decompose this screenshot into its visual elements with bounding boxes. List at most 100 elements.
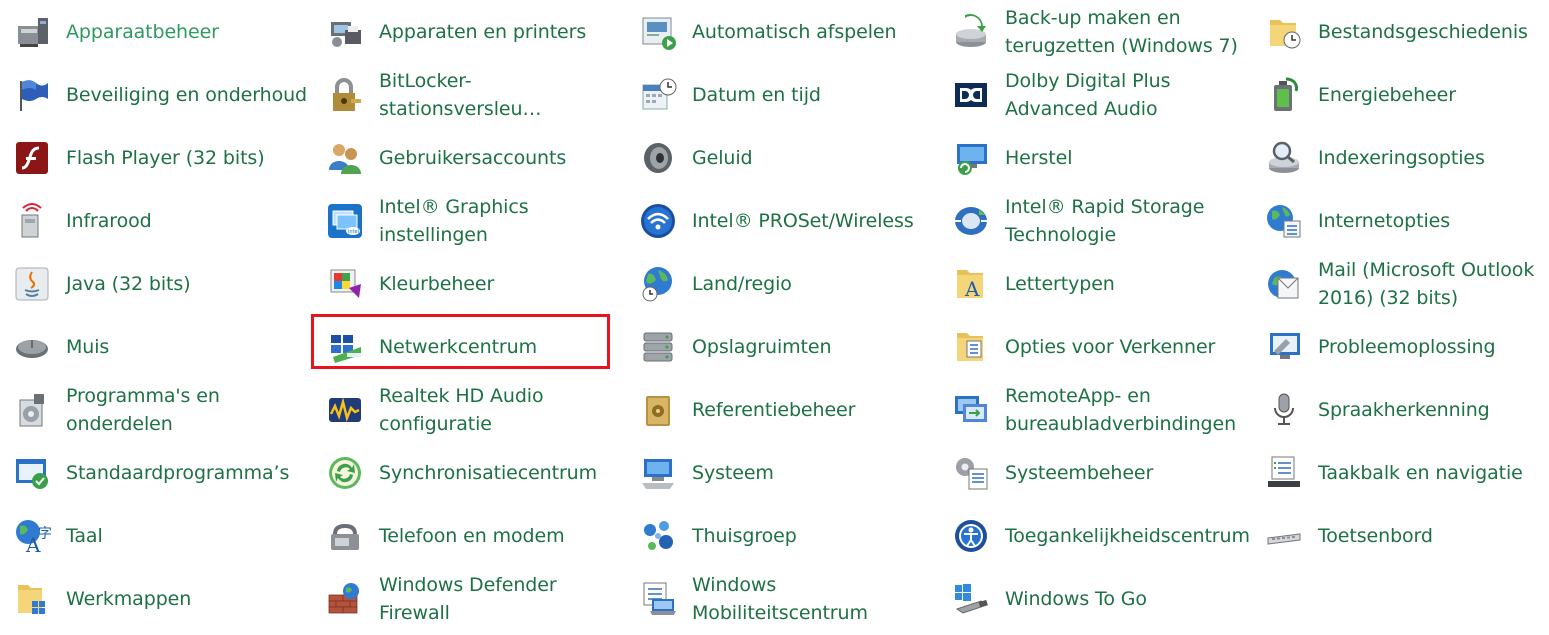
control-panel-item-power-options[interactable]: Energiebeheer	[1252, 63, 1549, 126]
item-label[interactable]: BitLocker-stationsversleu…	[379, 67, 626, 123]
control-panel-item-recovery[interactable]: Herstel	[939, 126, 1252, 189]
item-label[interactable]: Intel® PROSet/Wireless	[692, 207, 914, 235]
control-panel-item-autoplay[interactable]: Automatisch afspelen	[626, 0, 939, 63]
control-panel-item-default-programs[interactable]: Standaardprogramma’s	[0, 441, 313, 504]
control-panel-item-work-folders[interactable]: Werkmappen	[0, 567, 313, 630]
control-panel-item-phone-modem[interactable]: Telefoon en modem	[313, 504, 626, 567]
item-label[interactable]: Spraakherkenning	[1318, 396, 1490, 424]
item-label[interactable]: Referentiebeheer	[692, 396, 855, 424]
item-label[interactable]: Werkmappen	[66, 585, 191, 613]
control-panel-item-system[interactable]: Systeem	[626, 441, 939, 504]
item-label[interactable]: Programma's en onderdelen	[66, 382, 220, 438]
item-label[interactable]: Apparaten en printers	[379, 18, 586, 46]
item-label[interactable]: Intel® Graphics instellingen	[379, 193, 529, 249]
item-label[interactable]: Toetsenbord	[1318, 522, 1433, 550]
item-label[interactable]: Energiebeheer	[1318, 81, 1456, 109]
control-panel-item-mobility-center[interactable]: Windows Mobiliteitscentrum	[626, 567, 939, 630]
control-panel-item-indexing[interactable]: Indexeringsopties	[1252, 126, 1549, 189]
control-panel-item-file-history[interactable]: Bestandsgeschiedenis	[1252, 0, 1549, 63]
control-panel-item-windows-to-go[interactable]: Windows To Go	[939, 567, 1252, 630]
control-panel-item-device-manager[interactable]: Apparaatbeheer	[0, 0, 313, 63]
control-panel-item-language[interactable]: A 字 Taal	[0, 504, 313, 567]
item-label[interactable]: Realtek HD Audio configuratie	[379, 382, 544, 438]
control-panel-item-internet-options[interactable]: Internetopties	[1252, 189, 1549, 252]
control-panel-item-explorer-options[interactable]: Opties voor Verkenner	[939, 315, 1252, 378]
item-label[interactable]: Thuisgroep	[692, 522, 797, 550]
control-panel-item-keyboard[interactable]: Toetsenbord	[1252, 504, 1549, 567]
item-label[interactable]: RemoteApp- en bureaubladverbindingen	[1005, 382, 1236, 438]
item-label[interactable]: Taakbalk en navigatie	[1318, 459, 1523, 487]
item-label[interactable]: Java (32 bits)	[66, 270, 191, 298]
item-label[interactable]: Land/regio	[692, 270, 792, 298]
control-panel-item-sync-center[interactable]: Synchronisatiecentrum	[313, 441, 626, 504]
control-panel-item-sound[interactable]: Geluid	[626, 126, 939, 189]
control-panel-item-region[interactable]: Land/regio	[626, 252, 939, 315]
control-panel-item-intel-rapid-storage[interactable]: Intel® Rapid Storage Technologie	[939, 189, 1252, 252]
item-label[interactable]: Lettertypen	[1005, 270, 1115, 298]
control-panel-item-firewall[interactable]: Windows Defender Firewall	[313, 567, 626, 630]
item-label[interactable]: Kleurbeheer	[379, 270, 494, 298]
item-label[interactable]: Herstel	[1005, 144, 1073, 172]
control-panel-item-color-management[interactable]: Kleurbeheer	[313, 252, 626, 315]
control-panel-item-backup-restore[interactable]: Back-up maken en terugzetten (Windows 7)	[939, 0, 1252, 63]
item-label[interactable]: Bestandsgeschiedenis	[1318, 18, 1528, 46]
control-panel-item-mouse[interactable]: Muis	[0, 315, 313, 378]
item-label[interactable]: Netwerkcentrum	[379, 333, 537, 361]
item-label[interactable]: Internetopties	[1318, 207, 1450, 235]
control-panel-item-bitlocker[interactable]: BitLocker-stationsversleu…	[313, 63, 626, 126]
control-panel-item-devices-printers[interactable]: Apparaten en printers	[313, 0, 626, 63]
control-panel-item-mail[interactable]: Mail (Microsoft Outlook 2016) (32 bits)	[1252, 252, 1549, 315]
java-icon	[10, 262, 54, 306]
item-label[interactable]: Flash Player (32 bits)	[66, 144, 265, 172]
control-panel-item-network-center[interactable]: Netwerkcentrum	[313, 315, 626, 378]
item-label[interactable]: Systeembeheer	[1005, 459, 1153, 487]
control-panel-item-dolby[interactable]: Dolby Digital Plus Advanced Audio	[939, 63, 1252, 126]
item-label[interactable]: Automatisch afspelen	[692, 18, 897, 46]
control-panel-item-ease-of-access[interactable]: Toegankelijkheidscentrum	[939, 504, 1252, 567]
control-panel-item-java[interactable]: Java (32 bits)	[0, 252, 313, 315]
item-label[interactable]: Taal	[66, 522, 103, 550]
control-panel-item-realtek-audio[interactable]: Realtek HD Audio configuratie	[313, 378, 626, 441]
control-panel-item-remoteapp[interactable]: RemoteApp- en bureaubladverbindingen	[939, 378, 1252, 441]
control-panel-item-admin-tools[interactable]: Systeembeheer	[939, 441, 1252, 504]
item-label[interactable]: Standaardprogramma’s	[66, 459, 289, 487]
control-panel-item-intel-wireless[interactable]: Intel® PROSet/Wireless	[626, 189, 939, 252]
item-label[interactable]: Telefoon en modem	[379, 522, 565, 550]
control-panel-item-fonts[interactable]: A Lettertypen	[939, 252, 1252, 315]
control-panel-item-storage-spaces[interactable]: Opslagruimten	[626, 315, 939, 378]
control-panel-item-programs-features[interactable]: Programma's en onderdelen	[0, 378, 313, 441]
control-panel-item-user-accounts[interactable]: Gebruikersaccounts	[313, 126, 626, 189]
control-panel-item-troubleshooting[interactable]: Probleemoplossing	[1252, 315, 1549, 378]
item-label[interactable]: Geluid	[692, 144, 753, 172]
item-label[interactable]: Windows Mobiliteitscentrum	[692, 571, 868, 627]
item-label[interactable]: Windows Defender Firewall	[379, 571, 557, 627]
item-label[interactable]: Systeem	[692, 459, 774, 487]
item-label[interactable]: Muis	[66, 333, 109, 361]
default-programs-icon	[10, 451, 54, 495]
item-label[interactable]: Beveiliging en onderhoud	[66, 81, 307, 109]
item-label[interactable]: Windows To Go	[1005, 585, 1147, 613]
control-panel-item-taskbar[interactable]: Taakbalk en navigatie	[1252, 441, 1549, 504]
item-label[interactable]: Synchronisatiecentrum	[379, 459, 597, 487]
control-panel-item-flash-player[interactable]: Flash Player (32 bits)	[0, 126, 313, 189]
item-label[interactable]: Back-up maken en terugzetten (Windows 7)	[1005, 4, 1238, 60]
item-label[interactable]: Toegankelijkheidscentrum	[1005, 522, 1250, 550]
item-label[interactable]: Probleemoplossing	[1318, 333, 1496, 361]
control-panel-item-infrared[interactable]: Infrarood	[0, 189, 313, 252]
item-label[interactable]: Apparaatbeheer	[66, 18, 219, 46]
item-label[interactable]: Opslagruimten	[692, 333, 832, 361]
item-label[interactable]: Gebruikersaccounts	[379, 144, 566, 172]
control-panel-item-credential-manager[interactable]: Referentiebeheer	[626, 378, 939, 441]
item-label[interactable]: Infrarood	[66, 207, 152, 235]
item-label[interactable]: Indexeringsopties	[1318, 144, 1485, 172]
item-label[interactable]: Dolby Digital Plus Advanced Audio	[1005, 67, 1171, 123]
control-panel-item-security-flag[interactable]: Beveiliging en onderhoud	[0, 63, 313, 126]
control-panel-item-date-time[interactable]: Datum en tijd	[626, 63, 939, 126]
item-label[interactable]: Datum en tijd	[692, 81, 821, 109]
item-label[interactable]: Intel® Rapid Storage Technologie	[1005, 193, 1204, 249]
item-label[interactable]: Opties voor Verkenner	[1005, 333, 1215, 361]
control-panel-item-microphone[interactable]: Spraakherkenning	[1252, 378, 1549, 441]
item-label[interactable]: Mail (Microsoft Outlook 2016) (32 bits)	[1318, 256, 1534, 312]
control-panel-item-homegroup[interactable]: Thuisgroep	[626, 504, 939, 567]
control-panel-item-intel-graphics[interactable]: intel Intel® Graphics instellingen	[313, 189, 626, 252]
